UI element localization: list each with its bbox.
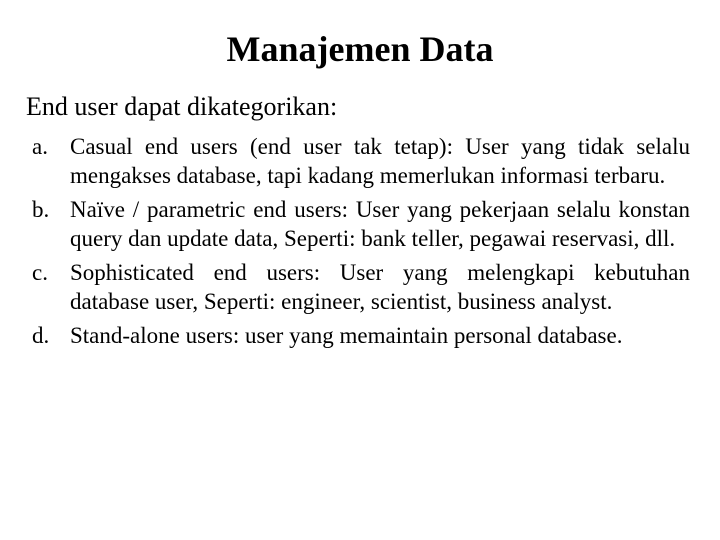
list-marker: c. xyxy=(30,258,70,317)
list-marker: a. xyxy=(30,132,70,191)
list-marker: d. xyxy=(30,321,70,350)
slide-subheading: End user dapat dikategorikan: xyxy=(0,88,720,132)
list-item: c. Sophisticated end users: User yang me… xyxy=(30,258,690,317)
list-item: d. Stand-alone users: user yang memainta… xyxy=(30,321,690,350)
list-text: Stand-alone users: user yang memaintain … xyxy=(70,321,690,350)
list-text: Casual end users (end user tak tetap): U… xyxy=(70,132,690,191)
slide-title: Manajemen Data xyxy=(0,0,720,88)
list-item: a. Casual end users (end user tak tetap)… xyxy=(30,132,690,191)
list-text: Sophisticated end users: User yang melen… xyxy=(70,258,690,317)
list-item: b. Naïve / parametric end users: User ya… xyxy=(30,195,690,254)
list-marker: b. xyxy=(30,195,70,254)
slide: Manajemen Data End user dapat dikategori… xyxy=(0,0,720,540)
list-text: Naïve / parametric end users: User yang … xyxy=(70,195,690,254)
item-list: a. Casual end users (end user tak tetap)… xyxy=(0,132,720,350)
